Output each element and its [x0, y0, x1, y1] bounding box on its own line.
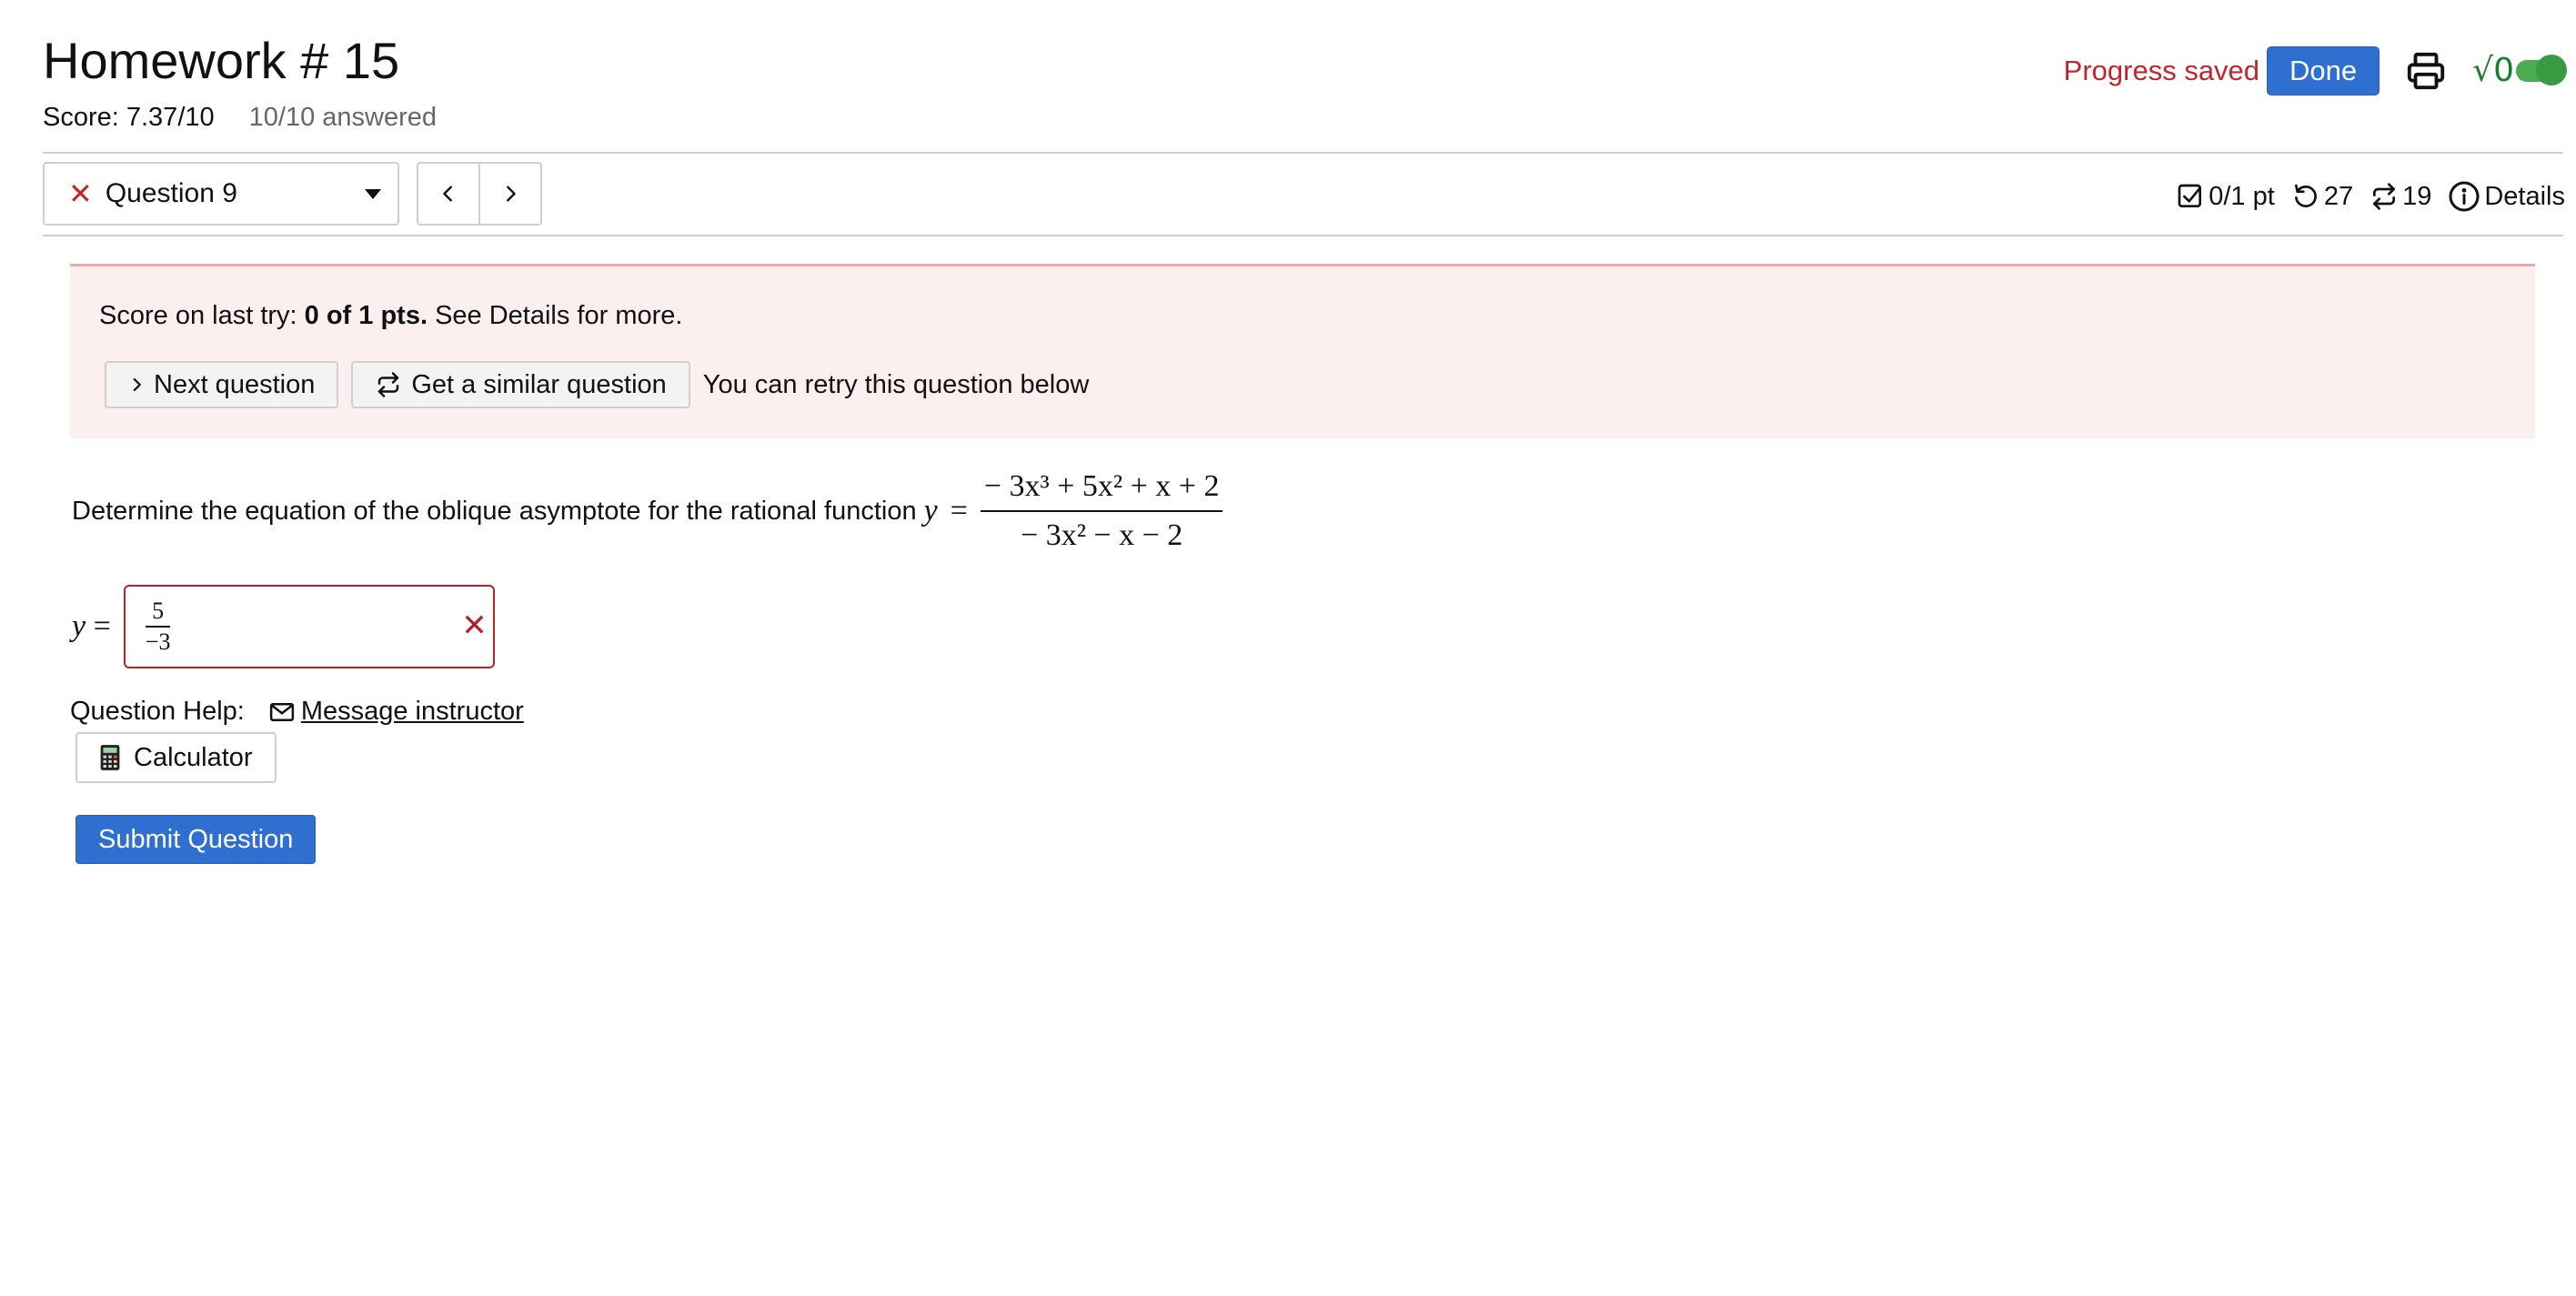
retries-item: 27 [2291, 182, 2353, 212]
question-select[interactable]: ✕ Question 9 [43, 162, 399, 226]
math-display-toggle[interactable]: √0 [2472, 52, 2567, 89]
divider [43, 235, 2563, 236]
toggle-knob [2536, 55, 2567, 85]
feedback-banner: Score on last try: 0 of 1 pts. See Detai… [70, 264, 2535, 438]
retry-icon [2294, 184, 2317, 207]
header-actions: Progress saved Done √0 [2063, 45, 2567, 96]
points-item: 0/1 pt [2176, 182, 2275, 212]
answer-numerator: 5 [152, 598, 165, 624]
numerator-text: − 3x³ + 5x² + x + 2 [983, 469, 1220, 503]
chevron-right-icon [133, 377, 141, 392]
points-text: 0/1 pt [2209, 181, 2275, 211]
question-text: Determine the equation of the oblique as… [72, 496, 917, 526]
close-icon: ✕ [68, 177, 93, 210]
previous-question-button[interactable] [418, 164, 478, 224]
function-denominator: − 3x² − x − 2 [1017, 512, 1186, 554]
retry-hint: You can retry this question below [702, 369, 1090, 399]
feedback-actions: Next question Get a similar question You… [105, 361, 1089, 408]
similar-item: 19 [2370, 182, 2431, 212]
progress-status: Progress saved [2063, 55, 2260, 86]
next-question-button[interactable]: Next question [105, 361, 339, 408]
function-numerator: − 3x³ + 5x² + x + 2 [981, 468, 1223, 510]
toggle-switch[interactable] [2516, 55, 2567, 85]
answer-denominator: −3 [145, 628, 171, 655]
answer-input[interactable]: 5 −3 ✕ [123, 585, 495, 668]
submit-question-button[interactable]: Submit Question [75, 815, 317, 864]
chevron-left-icon [443, 186, 452, 202]
question-help-label: Question Help: [70, 697, 245, 726]
answered-count: 10/10 answered [248, 103, 438, 132]
calculator-button[interactable]: Calculator [75, 732, 277, 783]
retries-count: 27 [2323, 181, 2354, 211]
answer-label: y = [72, 609, 111, 643]
score-summary: Score: 7.37/10 10/10 answered [43, 100, 437, 135]
message-instructor-label: Message instructor [300, 697, 524, 726]
calculator-label: Calculator [134, 742, 253, 772]
function-lhs: y [923, 494, 938, 527]
info-icon [2449, 181, 2480, 212]
details-label: Details [2484, 181, 2565, 211]
incorrect-icon: ✕ [461, 608, 488, 643]
page-title: Homework # 15 [43, 32, 400, 89]
denominator-text: − 3x² − x − 2 [1021, 518, 1183, 552]
mail-icon [269, 702, 294, 721]
question-prompt: Determine the equation of the oblique as… [72, 468, 1223, 554]
answer-fraction-bar [145, 626, 171, 628]
similar-question-label: Get a similar question [411, 369, 667, 399]
similar-question-button[interactable]: Get a similar question [351, 361, 690, 408]
checkbox-icon [2178, 184, 2202, 207]
last-try-prefix: Score on last try: [99, 301, 305, 330]
function-equals: = [950, 494, 968, 527]
answer-row: y = 5 −3 ✕ [72, 585, 495, 668]
next-question-arrow-button[interactable] [478, 164, 540, 224]
sqrt-icon: √0 [2472, 52, 2514, 89]
question-meta: 0/1 pt 27 19 Details [2159, 171, 2565, 222]
last-try-score: Score on last try: 0 of 1 pts. See Detai… [99, 297, 682, 334]
similar-count: 19 [2402, 181, 2432, 211]
calculator-icon [100, 745, 120, 770]
print-icon[interactable] [2405, 50, 2447, 92]
answer-fraction: 5 −3 [145, 598, 171, 656]
details-link[interactable]: Details [2448, 180, 2565, 213]
rational-function: − 3x³ + 5x² + x + 2 − 3x² − x − 2 [980, 468, 1223, 554]
next-question-label: Next question [154, 369, 316, 399]
chevron-right-icon [507, 186, 516, 202]
repeat-icon [2373, 183, 2396, 210]
done-button[interactable]: Done [2267, 46, 2380, 95]
last-try-score-value: 0 of 1 pts. [304, 301, 428, 330]
caret-down-icon [365, 189, 381, 199]
repeat-icon [378, 372, 399, 397]
score-text: Score: 7.37/10 [43, 103, 215, 132]
question-help: Question Help: Message instructor [70, 697, 524, 727]
last-try-suffix: See Details for more. [428, 301, 683, 330]
question-pager [417, 162, 542, 226]
question-select-label: Question 9 [105, 178, 237, 208]
homework-page: Homework # 15 Score: 7.37/10 10/10 answer… [0, 0, 2576, 1296]
divider [43, 152, 2563, 154]
message-instructor-link[interactable]: Message instructor [268, 697, 524, 727]
